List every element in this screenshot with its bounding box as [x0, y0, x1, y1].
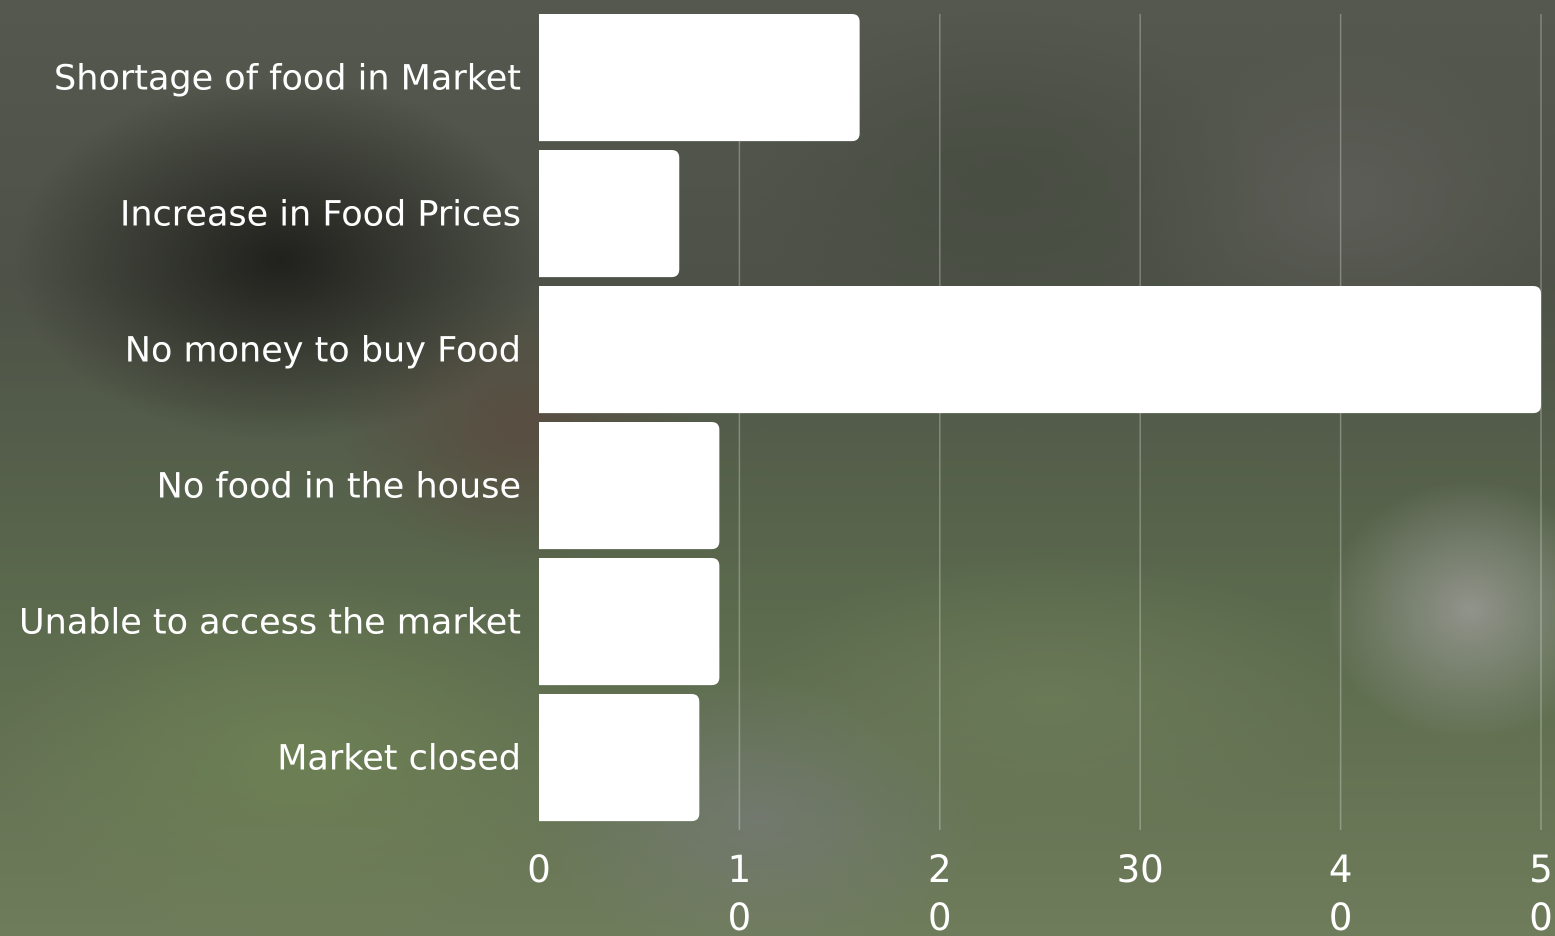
gridlines: [738, 14, 1542, 830]
x-axis-tick-labels: 0 1 0 2 0 30 4 0 5 0: [527, 848, 1553, 936]
category-label: No money to buy Food: [125, 331, 521, 371]
x-tick-label: 0: [1529, 896, 1553, 936]
bar: [539, 14, 860, 142]
x-tick-label: 0: [527, 848, 551, 891]
category-label: No food in the house: [157, 467, 521, 507]
x-tick-label: 4: [1329, 848, 1353, 891]
bar: [539, 150, 680, 278]
category-label: Increase in Food Prices: [120, 195, 521, 235]
x-tick-label: 2: [928, 848, 952, 891]
bar-chart: Shortage of food in Market Increase in Fo…: [19, 14, 1553, 936]
x-tick-label: 5: [1529, 848, 1553, 891]
category-label: Shortage of food in Market: [54, 59, 521, 99]
x-tick-label: 0: [1329, 896, 1353, 936]
category-label: Unable to access the market: [19, 603, 521, 643]
bars: [539, 14, 1541, 822]
bar: [539, 558, 720, 686]
x-tick-label: 1: [728, 848, 752, 891]
category-label: Market closed: [277, 739, 521, 779]
x-tick-label: 0: [928, 896, 952, 936]
x-tick-label: 0: [728, 896, 752, 936]
x-tick-label: 30: [1117, 848, 1164, 891]
bar: [539, 694, 700, 822]
bar: [539, 422, 720, 550]
category-labels: Shortage of food in Market Increase in Fo…: [19, 59, 521, 779]
bar: [539, 286, 1541, 414]
